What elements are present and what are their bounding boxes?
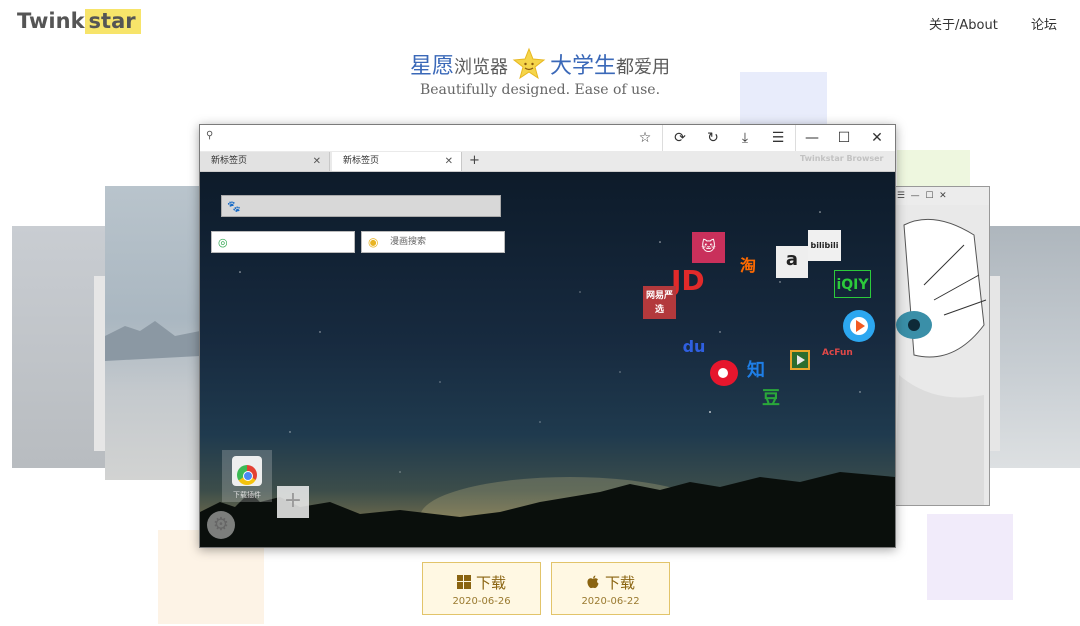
nav-about-link[interactable]: 关于/About [929, 14, 998, 33]
minimize-icon[interactable]: — [797, 125, 827, 151]
acfun-icon[interactable]: AcFun [822, 348, 853, 358]
taobao-icon[interactable]: 淘 [740, 252, 756, 276]
comic-search-placeholder: 漫画搜索 [390, 237, 427, 247]
video-play-icon[interactable] [790, 350, 810, 370]
headline-part-2: 浏览器 [454, 57, 508, 78]
tab-2-active[interactable]: 新标签页 ✕ [332, 152, 462, 171]
preview-card-right-anime: ☰ — ☐ ✕ [893, 186, 990, 506]
amazon-icon[interactable]: a [776, 246, 808, 278]
release-date: 2020-06-26 [452, 596, 511, 607]
menu-icon[interactable]: ☰ [763, 125, 793, 151]
preview-card-left-landscape [105, 186, 200, 480]
browser-window-screenshot: ⚲ ☆ ⟳ ↻ ⤓ ☰ — ☐ ✕ 新标签页 ✕ 新标签页 ✕ + Twinksta… [199, 124, 896, 548]
zhihu-icon[interactable]: 知 [747, 356, 765, 382]
tab-bar: 新标签页 ✕ 新标签页 ✕ + Twinkstar Browser [200, 151, 895, 172]
site-logo[interactable]: Twink star [17, 9, 141, 34]
windows-icon [456, 575, 471, 589]
nav-forum-link[interactable]: 论坛 [1031, 14, 1057, 33]
maximize-icon[interactable]: ☐ [829, 125, 859, 151]
preview-card-far-right [988, 226, 1080, 468]
logo-text-twink: Twink [17, 9, 85, 33]
download-label: 下载 [475, 574, 506, 592]
release-date: 2020-06-22 [581, 596, 640, 607]
chrome-store-icon [232, 456, 262, 486]
baidu-search-input[interactable]: 🐾 [221, 195, 501, 217]
browser-brand-text: Twinkstar Browser [800, 154, 884, 163]
logo-text-star: star [84, 9, 141, 34]
comic-search-input[interactable]: ◉ 漫画搜索 [361, 231, 505, 253]
decor-blob-purple [927, 514, 1013, 600]
decor-blob-green [897, 150, 970, 186]
preview-card-far-left [12, 226, 106, 468]
close-icon[interactable]: ✕ [862, 125, 892, 151]
new-tab-plus-icon[interactable]: + [463, 152, 485, 171]
baidu-paw-icon: 🐾 [227, 200, 241, 213]
tab-1[interactable]: 新标签页 ✕ [200, 152, 330, 171]
download-label: 下载 [604, 574, 635, 592]
download-windows-button[interactable]: 下载 2020-06-26 [422, 562, 541, 615]
tab-close-icon[interactable]: ✕ [445, 152, 453, 171]
search-engine-icon: ◎ [218, 236, 228, 249]
comic-engine-icon: ◉ [368, 235, 379, 249]
smiling-star-icon [512, 47, 546, 81]
app-tile-plugin-download[interactable]: 下载插件 [222, 450, 272, 502]
address-input[interactable] [220, 128, 620, 148]
sync-icon[interactable]: ⟳ [665, 125, 695, 151]
headline-part-4: 都爱用 [616, 57, 671, 78]
refresh-icon[interactable]: ↻ [698, 125, 728, 151]
iqiyi-icon[interactable]: iQIY [834, 270, 871, 298]
web-search-input[interactable]: ◎ [211, 231, 355, 253]
download-icon[interactable]: ⤓ [730, 125, 760, 151]
tab-title: 新标签页 [211, 156, 248, 166]
headline: 星愿浏览器 大学生都爱用 [0, 47, 1080, 81]
decor-blob-blue [740, 72, 827, 124]
tmall-icon[interactable]: 🐱 [692, 232, 725, 263]
douban-icon[interactable]: 豆 [762, 384, 780, 410]
headline-part-3: 大学生 [550, 54, 617, 79]
add-app-plus-icon[interactable]: + [277, 486, 309, 518]
bilibili-icon[interactable]: bilibili [808, 230, 841, 261]
headline-part-1: 星愿 [409, 54, 454, 79]
settings-gear-icon[interactable]: ⚙ [207, 511, 235, 539]
tab-title: 新标签页 [343, 156, 380, 166]
search-icon: ⚲ [206, 130, 214, 141]
tagline: Beautifully designed. Ease of use. [419, 82, 661, 98]
tab-close-icon[interactable]: ✕ [313, 152, 321, 171]
app-tile-label: 下载插件 [233, 491, 261, 499]
download-mac-button[interactable]: 下载 2020-06-22 [551, 562, 670, 615]
wangyi-yanxuan-icon[interactable]: 网易严选 [643, 286, 676, 319]
tencent-video-icon[interactable] [843, 310, 875, 342]
newtab-content: 🐾 ◎ ◉ 漫画搜索 🐱 JD 网易严选 淘 a bilibili iQIY d… [200, 172, 895, 547]
apple-icon [586, 575, 600, 589]
weibo-icon[interactable] [710, 360, 738, 386]
address-toolbar: ⚲ ☆ ⟳ ↻ ⤓ ☰ — ☐ ✕ [200, 125, 895, 152]
bookmark-star-icon[interactable]: ☆ [630, 125, 660, 151]
baidu-du-icon[interactable]: du [678, 327, 710, 359]
jd-icon[interactable]: JD [671, 264, 705, 297]
